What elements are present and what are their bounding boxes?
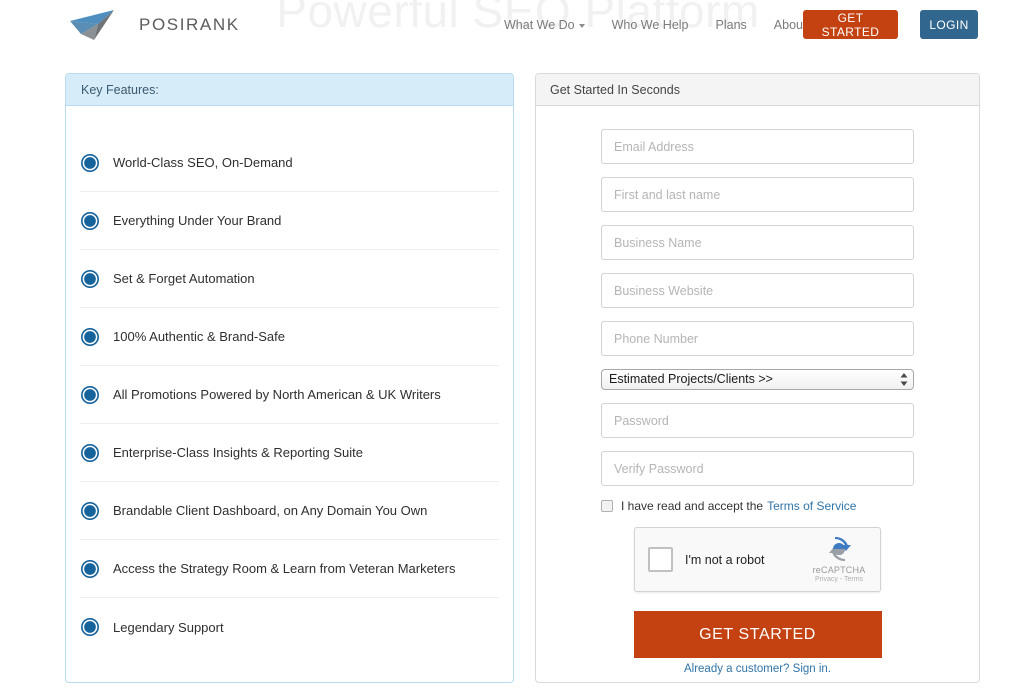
feature-label: 100% Authentic & Brand-Safe <box>113 329 286 344</box>
key-features-title: Key Features: <box>81 82 159 97</box>
feature-label: Set & Forget Automation <box>113 271 255 286</box>
feature-label: World-Class SEO, On-Demand <box>113 155 293 170</box>
signup-panel: Get Started In Seconds Estimated Project… <box>535 73 980 683</box>
nav-item-about[interactable]: About <box>774 18 807 32</box>
signin-row: Already a customer? Sign in. <box>536 663 979 675</box>
check-circle-icon <box>81 153 99 172</box>
check-circle-icon <box>81 211 99 230</box>
feature-row: Legendary Support <box>80 598 499 656</box>
feature-label: Access the Strategy Room & Learn from Ve… <box>113 561 456 576</box>
form-get-started-button[interactable]: GET STARTED <box>633 611 882 658</box>
recaptcha-branding: reCAPTCHA Privacy - Terms <box>807 534 871 583</box>
feature-row: Everything Under Your Brand <box>80 192 499 250</box>
signup-form: Estimated Projects/Clients >> I have rea… <box>536 106 979 658</box>
business-name-input[interactable] <box>601 225 914 260</box>
check-circle-icon <box>81 327 99 346</box>
feature-row: Set & Forget Automation <box>80 250 499 308</box>
feature-label: Brandable Client Dashboard, on Any Domai… <box>113 503 428 518</box>
estimated-projects-select-wrap: Estimated Projects/Clients >> <box>601 369 914 390</box>
check-circle-icon <box>81 443 99 462</box>
recaptcha-brand-name: reCAPTCHA <box>812 565 866 575</box>
header-login-button[interactable]: LOGIN <box>920 10 978 39</box>
check-circle-icon <box>81 501 99 520</box>
feature-row: 100% Authentic & Brand-Safe <box>80 308 499 366</box>
feature-row: Access the Strategy Room & Learn from Ve… <box>80 540 499 598</box>
feature-list: World-Class SEO, On-Demand Everything Und… <box>66 134 513 656</box>
brand-logo[interactable]: POSIRANK <box>68 7 240 43</box>
nav-item-what-we-do[interactable]: What We Do <box>504 18 585 32</box>
feature-row: All Promotions Powered by North American… <box>80 366 499 424</box>
feature-label: All Promotions Powered by North American… <box>113 387 441 402</box>
paper-plane-icon <box>70 10 114 40</box>
key-features-panel: Key Features: World-Class SEO, On-Demand… <box>65 73 514 683</box>
feature-label: Enterprise-Class Insights & Reporting Su… <box>113 445 364 460</box>
terms-row: I have read and accept the Terms of Serv… <box>601 499 914 513</box>
nav-item-plans[interactable]: Plans <box>716 18 747 32</box>
feature-row: World-Class SEO, On-Demand <box>80 134 499 192</box>
recaptcha-checkbox[interactable] <box>648 547 673 572</box>
business-website-input[interactable] <box>601 273 914 308</box>
feature-row: Brandable Client Dashboard, on Any Domai… <box>80 482 499 540</box>
full-name-input[interactable] <box>601 177 914 212</box>
password-input[interactable] <box>601 403 914 438</box>
nav-item-who-we-help[interactable]: Who We Help <box>612 18 689 32</box>
terms-checkbox[interactable] <box>601 500 613 512</box>
phone-number-input[interactable] <box>601 321 914 356</box>
check-circle-icon <box>81 385 99 404</box>
feature-label: Everything Under Your Brand <box>113 213 282 228</box>
signin-link[interactable]: Already a customer? Sign in. <box>684 663 831 675</box>
feature-row: Enterprise-Class Insights & Reporting Su… <box>80 424 499 482</box>
check-circle-icon <box>81 269 99 288</box>
verify-password-input[interactable] <box>601 451 914 486</box>
signup-header: Get Started In Seconds <box>536 74 979 106</box>
nav-label-what-we-do: What We Do <box>504 18 575 32</box>
brand-name: POSIRANK <box>139 15 240 34</box>
recaptcha-widget: I'm not a robot reCAPTCHA Privacy - Term… <box>634 527 881 592</box>
signup-title: Get Started In Seconds <box>550 82 680 97</box>
site-header: POSIRANK What We Do Who We Help Plans Ab… <box>0 0 1036 56</box>
key-features-header: Key Features: <box>66 74 513 106</box>
recaptcha-label: I'm not a robot <box>685 552 765 567</box>
email-input[interactable] <box>601 129 914 164</box>
header-get-started-button[interactable]: GET STARTED <box>803 10 898 39</box>
main-nav: What We Do Who We Help Plans About <box>504 18 806 32</box>
feature-label: Legendary Support <box>113 619 224 635</box>
recaptcha-logo-icon <box>829 536 851 562</box>
check-circle-icon <box>81 618 99 636</box>
recaptcha-legal-links[interactable]: Privacy - Terms <box>807 576 871 583</box>
check-circle-icon <box>81 559 99 578</box>
terms-of-service-link[interactable]: Terms of Service <box>767 499 856 513</box>
chevron-down-icon <box>578 23 585 28</box>
estimated-projects-select[interactable]: Estimated Projects/Clients >> <box>601 369 914 390</box>
terms-text: I have read and accept the <box>621 499 764 513</box>
